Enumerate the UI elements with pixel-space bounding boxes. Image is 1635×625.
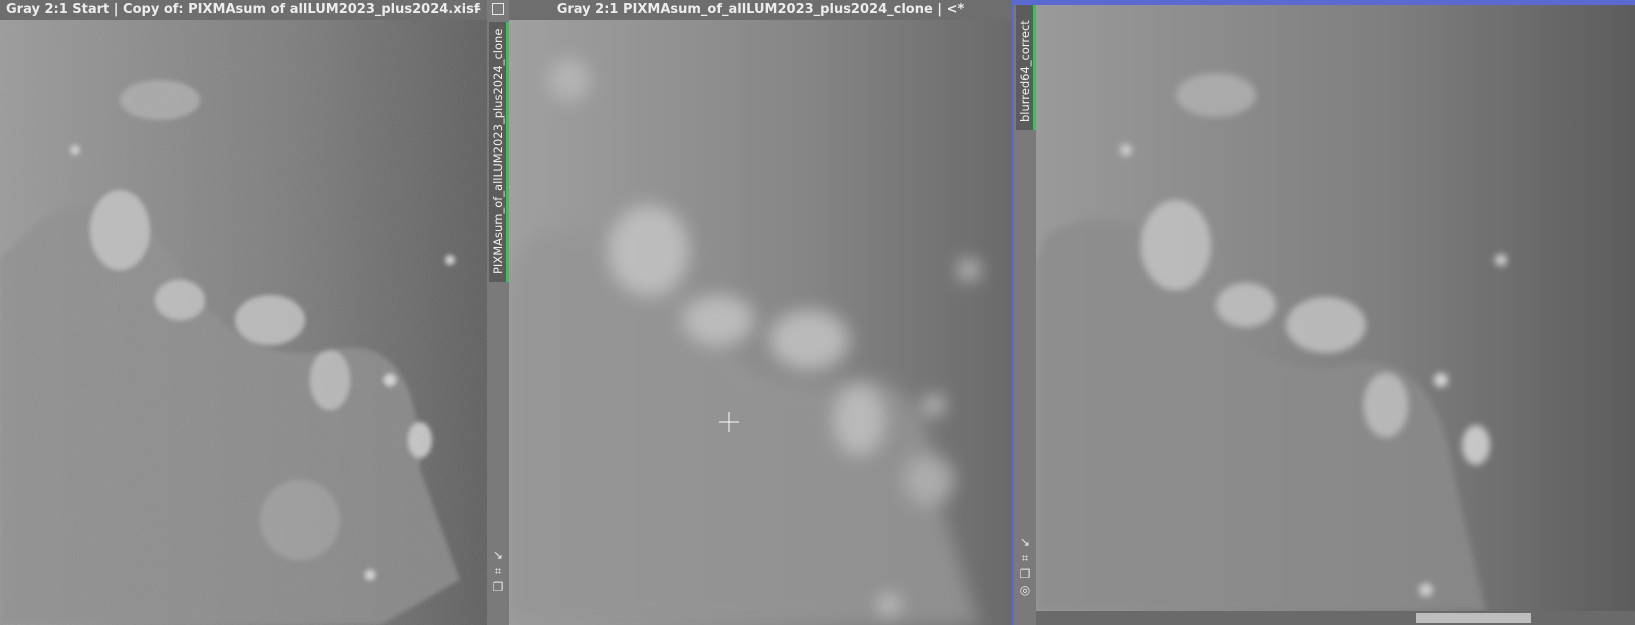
image-canvas[interactable] (0, 20, 487, 625)
window-sidebar: blurred64_correct ↘ ⌗ ❐ ◎ (1014, 5, 1037, 625)
scrollbar-thumb[interactable] (1416, 613, 1531, 623)
window-titlebar[interactable]: Gray 2:1 PIXMAsum_of_allLUM2023_plus2024… (509, 0, 1012, 20)
horizontal-scrollbar[interactable] (1036, 611, 1635, 625)
image-canvas[interactable] (509, 20, 1012, 625)
image-window-clone[interactable]: PIXMAsum_of_allLUM2023_plus2024_clone ↘ … (487, 0, 1012, 625)
minimize-button[interactable]: – (475, 0, 482, 20)
window-title: Gray 2:1 Start | Copy of: PIXMAsum of al… (6, 2, 480, 17)
target-icon[interactable]: ◎ (1018, 583, 1032, 597)
diagonal-arrow-icon[interactable]: ↘ (491, 548, 505, 562)
view-tab-label: PIXMAsum_of_allLUM2023_plus2024_clone (490, 28, 505, 274)
image-canvas[interactable] (1036, 5, 1635, 611)
lunar-image (509, 20, 1012, 625)
window-title: Gray 2:1 PIXMAsum_of_allLUM2023_plus2024… (556, 2, 965, 17)
window-restore-icon[interactable] (492, 3, 504, 15)
diagonal-arrow-icon[interactable]: ↘ (1018, 535, 1032, 549)
clone-icon[interactable]: ❐ (1018, 567, 1032, 581)
fit-view-icon[interactable]: ⌗ (1018, 551, 1032, 565)
fit-view-icon[interactable]: ⌗ (491, 564, 505, 578)
window-titlebar[interactable]: Gray 2:1 Start | Copy of: PIXMAsum of al… (0, 0, 487, 20)
view-tab-label: blurred64_correct (1017, 20, 1032, 122)
image-window-blurred[interactable]: blurred64_correct ↘ ⌗ ❐ ◎ (1012, 0, 1635, 625)
clone-icon[interactable]: ❐ (491, 580, 505, 594)
view-tab-blurred[interactable]: blurred64_correct (1016, 5, 1036, 130)
window-sidebar: PIXMAsum_of_allLUM2023_plus2024_clone ↘ … (487, 0, 510, 625)
view-tab-clone[interactable]: PIXMAsum_of_allLUM2023_plus2024_clone (489, 22, 509, 282)
image-window-start[interactable]: Gray 2:1 Start | Copy of: PIXMAsum of al… (0, 0, 487, 625)
lunar-image (0, 20, 487, 625)
lunar-image (1036, 5, 1635, 611)
